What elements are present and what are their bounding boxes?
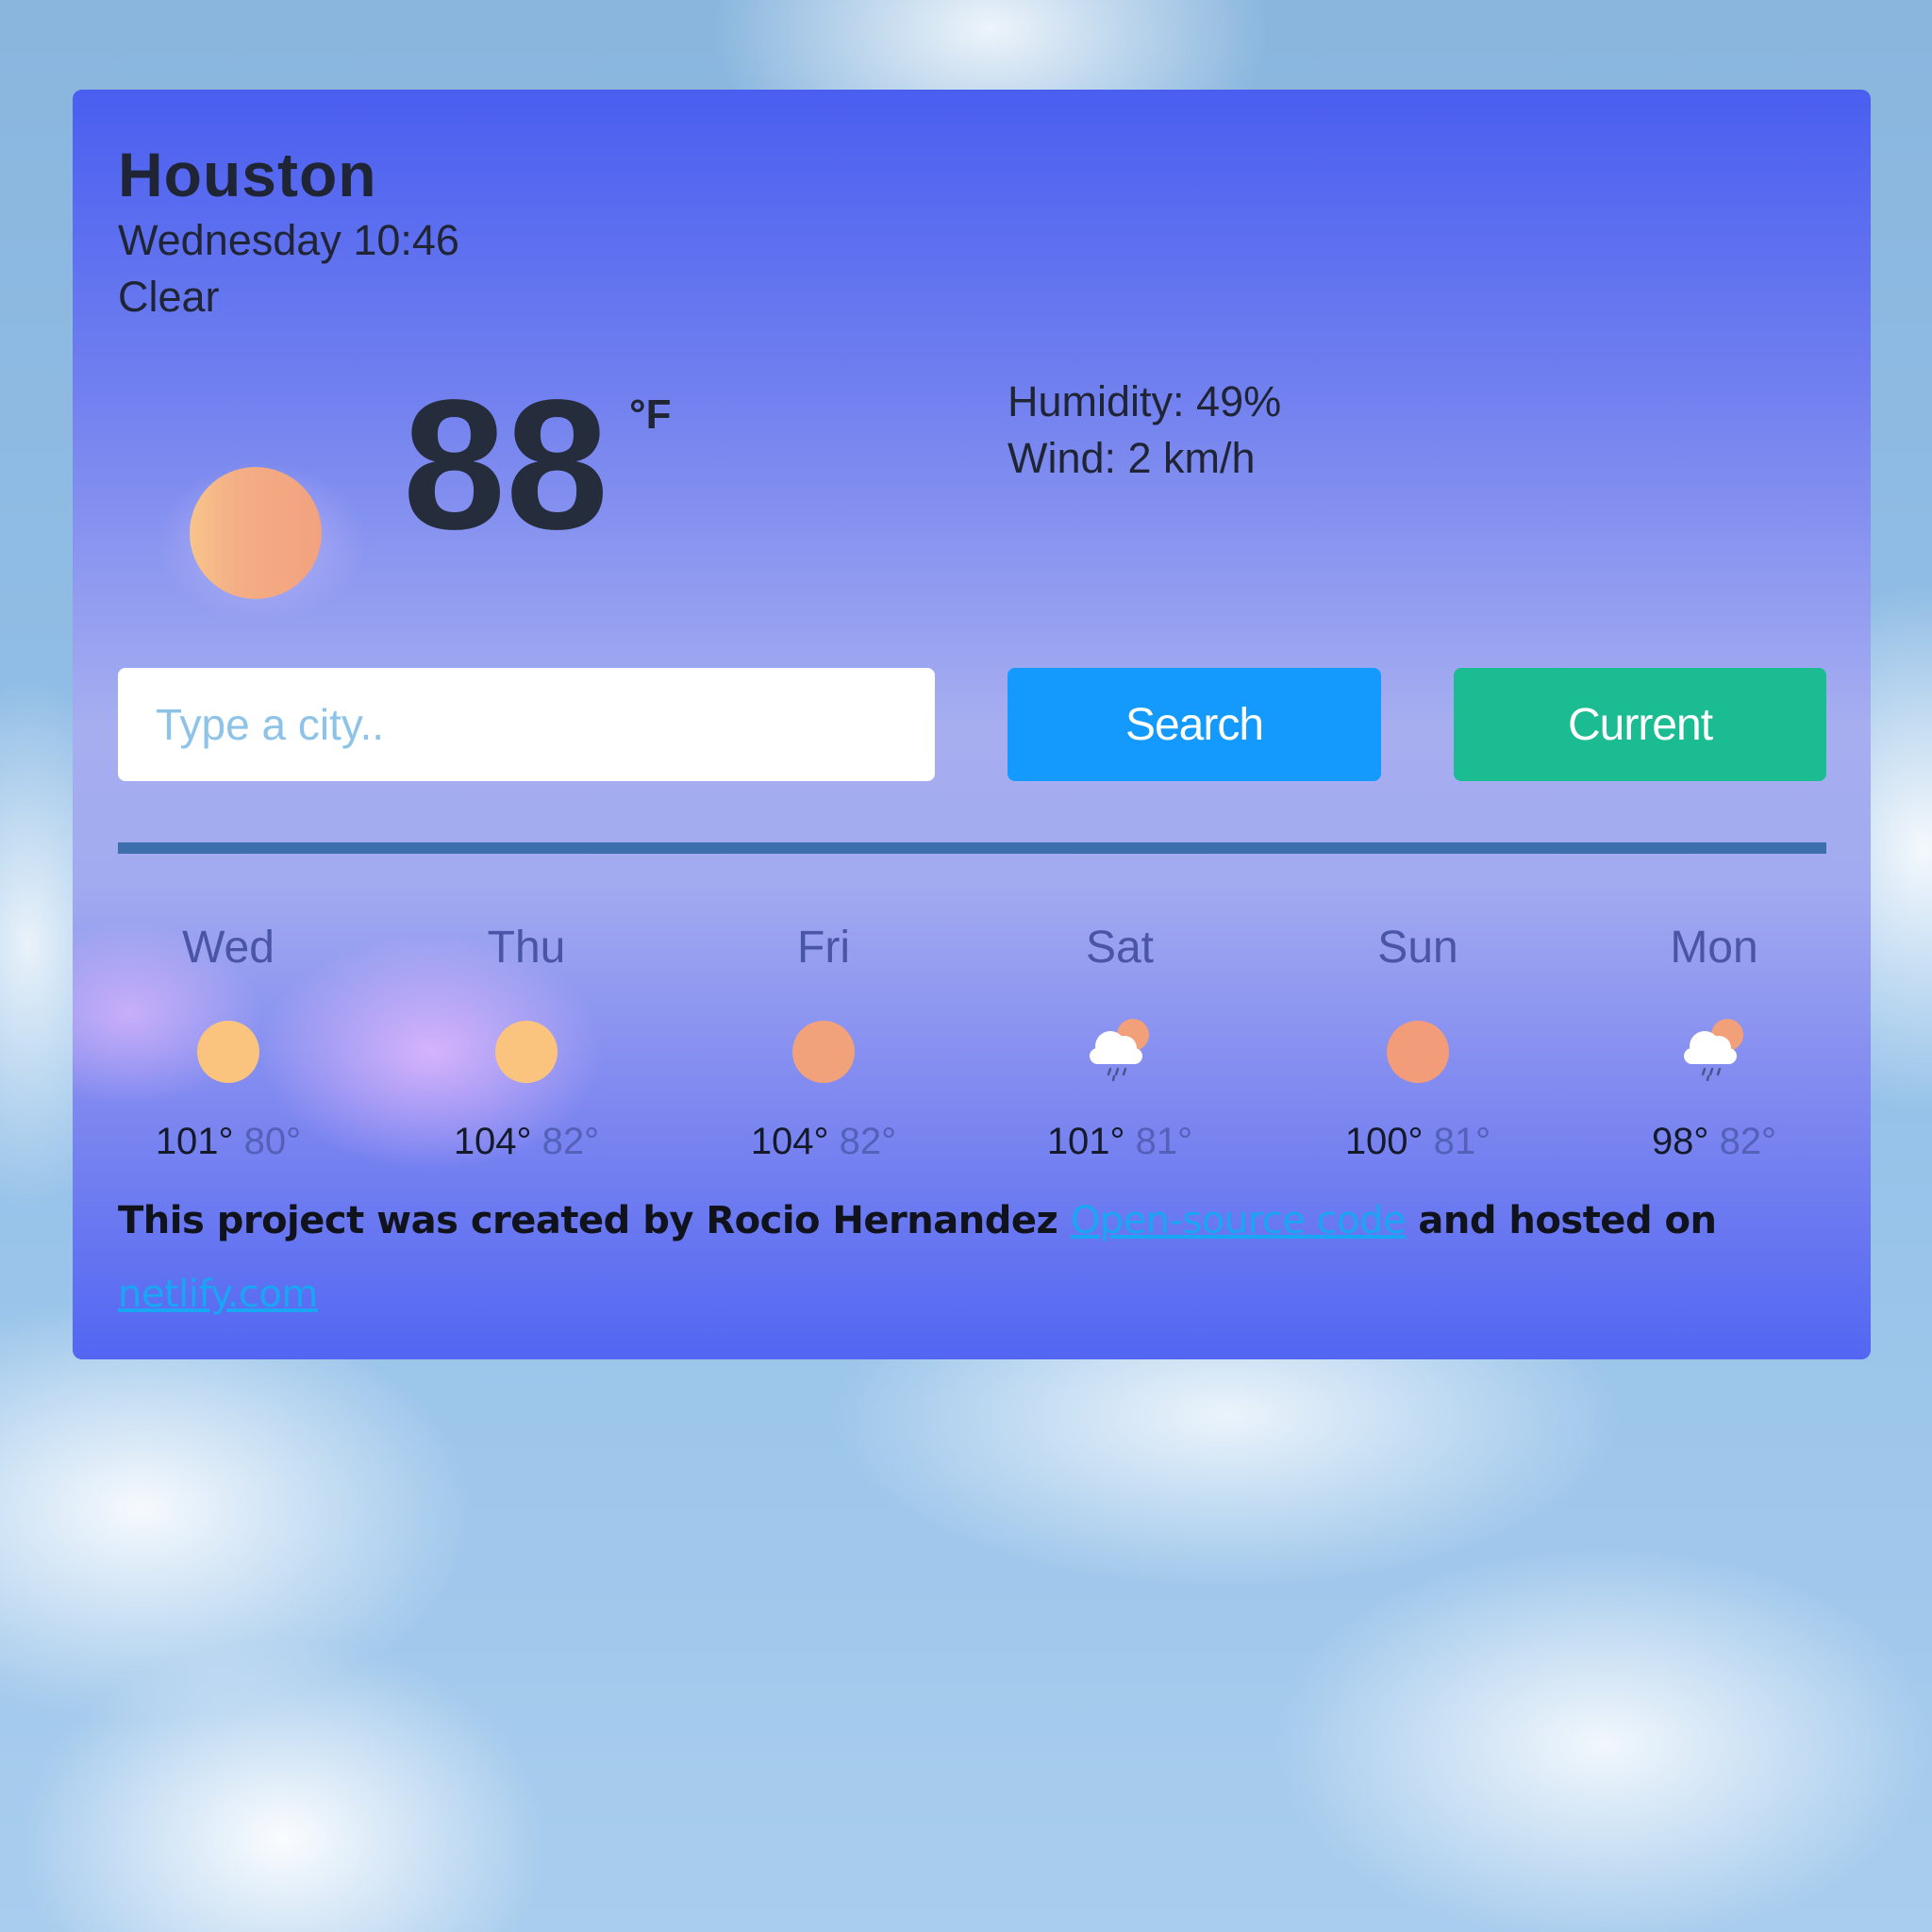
forecast-day-sat: Sat 101° 81° — [997, 920, 1242, 1163]
forecast-max-temp: 101° — [155, 1121, 234, 1162]
forecast-min-temp: 82° — [541, 1121, 600, 1162]
forecast-day-label: Sun — [1377, 923, 1458, 973]
forecast-day-sun: Sun 100° 81° — [1295, 920, 1541, 1163]
forecast-day-label: Thu — [487, 923, 566, 973]
cloud-sun-rain-icon — [1684, 1019, 1743, 1082]
current-temperature: 88 — [403, 361, 609, 568]
footer: This project was created by Rocio Hernan… — [118, 1184, 1835, 1331]
forecast-min-temp: 80° — [243, 1121, 302, 1162]
footer-hosted-text: and hosted on — [1405, 1199, 1717, 1242]
forecast-max-temp: 100° — [1344, 1121, 1424, 1162]
forecast-temps: 104° 82° — [404, 1121, 649, 1163]
sun-icon — [197, 1021, 259, 1083]
search-button[interactable]: Search — [1008, 668, 1381, 781]
forecast-temps: 101° 80° — [106, 1121, 351, 1163]
divider — [118, 842, 1826, 854]
forecast-day-mon: Mon 98° 82° — [1591, 920, 1837, 1163]
forecast-min-temp: 81° — [1135, 1121, 1193, 1162]
city-search-input[interactable] — [118, 668, 935, 781]
forecast-temps: 100° 81° — [1295, 1121, 1541, 1163]
cloud-sun-rain-icon — [1090, 1019, 1149, 1082]
sun-icon — [792, 1021, 855, 1083]
forecast-day-label: Wed — [182, 923, 275, 973]
forecast-max-temp: 101° — [1046, 1121, 1125, 1162]
sun-icon — [495, 1021, 558, 1083]
forecast-max-temp: 104° — [453, 1121, 532, 1162]
current-location-button[interactable]: Current — [1454, 668, 1826, 781]
weather-card: Houston Wednesday 10:46 Clear 88 °F Humi… — [73, 90, 1871, 1359]
sun-icon — [1387, 1021, 1449, 1083]
forecast-max-temp: 104° — [750, 1121, 829, 1162]
forecast-day-thu: Thu 104° 82° — [404, 920, 649, 1163]
forecast-day-label: Fri — [797, 923, 850, 973]
weather-description: Clear — [118, 273, 220, 321]
forecast-day-fri: Fri 104° 82° — [701, 920, 946, 1163]
netlify-link[interactable]: netlify.com — [118, 1273, 318, 1316]
humidity: Humidity: 49% — [1008, 377, 1282, 425]
forecast-min-temp: 82° — [839, 1121, 897, 1162]
temperature-unit[interactable]: °F — [629, 391, 671, 439]
forecast-min-temp: 82° — [1719, 1121, 1777, 1162]
footer-credit-text: This project was created by Rocio Hernan… — [118, 1199, 1071, 1242]
forecast-day-label: Sat — [1085, 923, 1155, 973]
open-source-link[interactable]: Open-source code — [1071, 1199, 1407, 1242]
forecast-temps: 98° 82° — [1591, 1121, 1837, 1163]
sun-icon — [190, 467, 322, 599]
forecast-day-label: Mon — [1670, 923, 1758, 973]
forecast-max-temp: 98° — [1651, 1121, 1709, 1162]
city-name: Houston — [118, 140, 377, 209]
forecast-temps: 104° 82° — [701, 1121, 946, 1163]
forecast-min-temp: 81° — [1433, 1121, 1491, 1162]
forecast-day-wed: Wed 101° 80° — [106, 920, 351, 1163]
date-time: Wednesday 10:46 — [118, 216, 459, 264]
wind-speed: Wind: 2 km/h — [1008, 434, 1256, 482]
forecast-temps: 101° 81° — [997, 1121, 1242, 1163]
